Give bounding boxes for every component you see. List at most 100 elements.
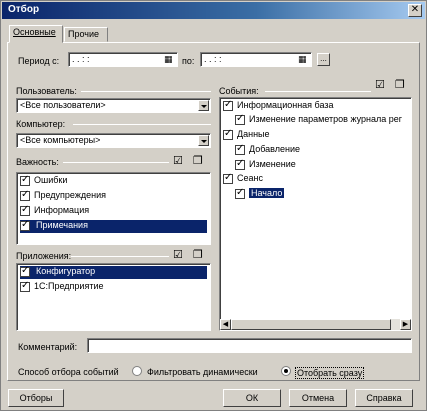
list-item[interactable]: 1С:Предприятие [20, 280, 104, 294]
tab-main[interactable]: Основные [9, 25, 63, 43]
tree-item[interactable]: Изменение параметров журнала рег [235, 113, 403, 127]
tree-item[interactable]: Начало [235, 187, 285, 201]
period-to-label: по: [182, 56, 195, 66]
filter-method-label: Способ отбора событий [18, 367, 119, 377]
divider [71, 256, 169, 257]
check-all-icon[interactable]: ☑ [173, 250, 185, 261]
scroll-left-icon[interactable]: ◀ [220, 319, 231, 330]
radio-dynamic-label: Фильтровать динамически [147, 367, 258, 377]
checkbox[interactable] [235, 158, 245, 170]
uncheck-all-icon[interactable]: ❐ [395, 80, 407, 91]
calendar-icon[interactable]: ▦ [164, 54, 176, 65]
tree-item[interactable]: Сеанс [223, 172, 263, 186]
tree-item-label: Начало [249, 188, 285, 198]
filter-dialog: Отбор ✕ Основные Прочие Период с: . . : … [0, 0, 427, 411]
period-from-field[interactable]: . . : : ▦ [68, 52, 178, 67]
list-item-label: Информация [34, 205, 90, 215]
user-value: <Все пользователи> [20, 100, 106, 110]
tree-item[interactable]: Информационная база [223, 99, 334, 113]
scroll-thumb[interactable] [231, 319, 391, 330]
title-bar[interactable]: Отбор ✕ [2, 2, 425, 19]
list-item-label: Конфигуратор [34, 266, 98, 276]
tree-item-label: Изменение [249, 159, 296, 169]
checkbox[interactable] [223, 128, 233, 140]
cancel-button-label: Отмена [301, 393, 335, 403]
checkbox[interactable] [20, 204, 30, 216]
checkbox[interactable] [20, 174, 30, 186]
comment-field[interactable] [87, 338, 412, 353]
checkbox[interactable] [223, 99, 233, 111]
checkbox[interactable] [20, 219, 30, 231]
chevron-down-icon[interactable] [198, 135, 209, 146]
ok-button-label: ОК [245, 393, 259, 403]
tab-main-label: Основные [13, 27, 56, 37]
list-item[interactable]: Ошибки [20, 174, 68, 188]
window-title: Отбор [8, 4, 40, 15]
importance-label: Важность: [16, 157, 59, 167]
tree-item-label: Изменение параметров журнала рег [249, 114, 403, 124]
divider [81, 91, 211, 92]
check-all-icon[interactable]: ☑ [173, 156, 185, 167]
calendar-icon[interactable]: ▦ [298, 54, 310, 65]
divider [63, 162, 169, 163]
divider [265, 91, 371, 92]
tree-item-label: Сеанс [237, 173, 263, 183]
checkbox[interactable] [223, 172, 233, 184]
radio-immediate[interactable] [281, 366, 291, 376]
period-to-field[interactable]: . . : : ▦ [200, 52, 312, 67]
list-item[interactable]: Примечания [20, 219, 207, 233]
close-icon: ✕ [410, 4, 420, 15]
computer-combo[interactable]: <Все компьютеры> [16, 133, 211, 148]
tree-item-label: Добавление [249, 144, 300, 154]
uncheck-all-icon[interactable]: ❐ [193, 250, 205, 261]
computer-value: <Все компьютеры> [20, 135, 101, 145]
help-button-label: Справка [366, 393, 402, 403]
filters-button[interactable]: Отборы [8, 389, 64, 407]
cancel-button[interactable]: Отмена [289, 389, 347, 407]
checkbox[interactable] [20, 280, 30, 292]
close-button[interactable]: ✕ [408, 4, 422, 17]
period-to-value: . . : : [204, 54, 222, 64]
events-label: События: [219, 86, 259, 96]
user-label: Пользователь: [16, 86, 77, 96]
period-from-label: Период с: [18, 56, 60, 66]
period-select-label: ... [320, 54, 327, 63]
events-tree: Информационная база Изменение параметров… [219, 97, 412, 331]
divider [73, 124, 211, 125]
period-select-button[interactable]: ... [317, 53, 330, 66]
uncheck-all-icon[interactable]: ❐ [193, 156, 205, 167]
list-item[interactable]: Предупреждения [20, 189, 106, 203]
checkbox[interactable] [20, 189, 30, 201]
applications-list: Конфигуратор 1С:Предприятие [16, 263, 211, 331]
chevron-down-icon[interactable] [198, 100, 209, 111]
computer-label: Компьютер: [16, 119, 66, 129]
tab-other-label: Прочие [68, 29, 100, 39]
list-item-label: Ошибки [34, 175, 68, 185]
period-from-value: . . : : [72, 54, 90, 64]
list-item-label: Предупреждения [34, 190, 106, 200]
tree-item-label: Данные [237, 129, 270, 139]
tree-item-label: Информационная база [237, 100, 334, 110]
list-item[interactable]: Конфигуратор [20, 265, 207, 279]
check-all-icon[interactable]: ☑ [375, 80, 387, 91]
list-item[interactable]: Информация [20, 204, 90, 218]
user-combo[interactable]: <Все пользователи> [16, 98, 211, 113]
checkbox[interactable] [235, 187, 245, 199]
tab-other[interactable]: Прочие [64, 27, 108, 42]
tree-item[interactable]: Добавление [235, 143, 300, 157]
comment-label: Комментарий: [18, 342, 78, 352]
list-item-label: 1С:Предприятие [34, 281, 104, 291]
checkbox[interactable] [20, 265, 30, 277]
horizontal-scrollbar[interactable]: ◀ ▶ [220, 319, 411, 330]
ok-button[interactable]: ОК [223, 389, 281, 407]
radio-dynamic[interactable] [132, 366, 142, 376]
applications-label: Приложения: [16, 251, 72, 261]
tree-item[interactable]: Изменение [235, 158, 296, 172]
checkbox[interactable] [235, 113, 245, 125]
tree-item[interactable]: Данные [223, 128, 270, 142]
importance-list: Ошибки Предупреждения Информация Примеча… [16, 172, 211, 245]
checkbox[interactable] [235, 143, 245, 155]
help-button[interactable]: Справка [355, 389, 413, 407]
filters-button-label: Отборы [19, 393, 53, 403]
scroll-right-icon[interactable]: ▶ [400, 319, 411, 330]
